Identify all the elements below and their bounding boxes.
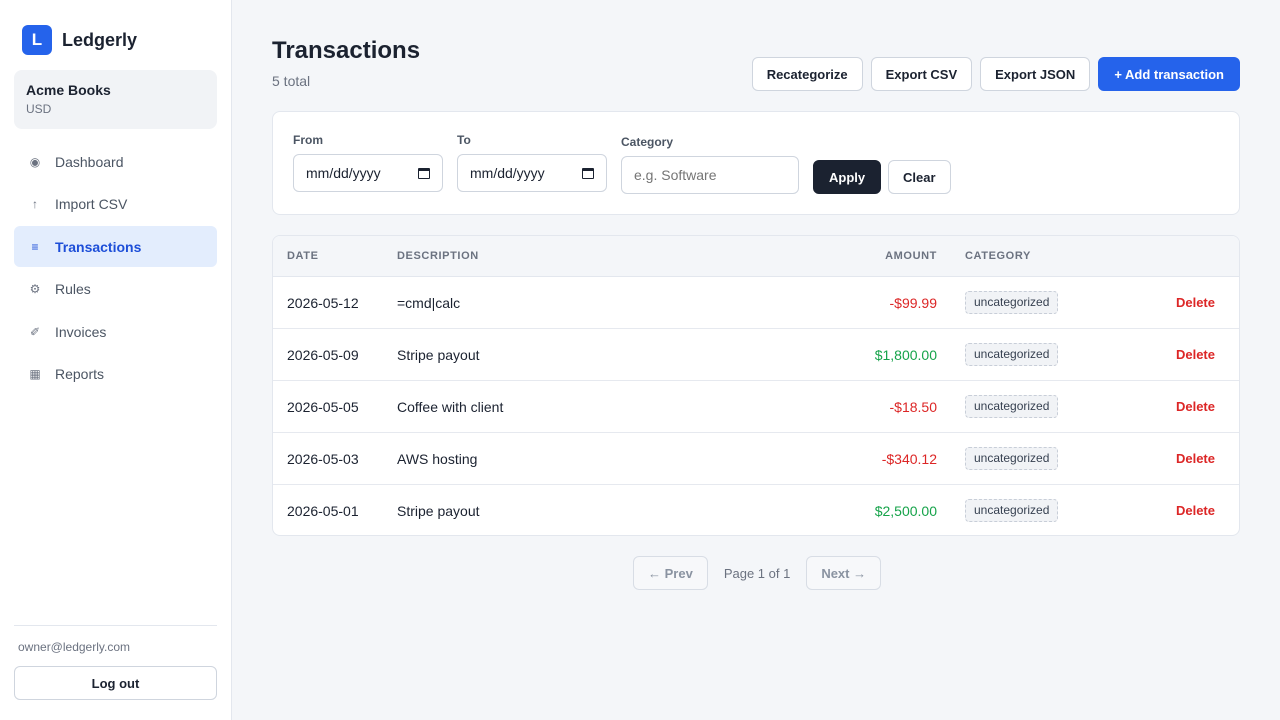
sidebar-nav: ◉ Dashboard ↑ Import CSV ≡ Transactions ⚙ Rules… [14,141,217,396]
table-row: 2026-05-12 =cmd|calc -$99.99 uncategorized D… [273,277,1239,329]
user-email: owner@ledgerly.com [18,640,131,654]
sidebar-item-transactions[interactable]: ≡ Transactions [14,226,217,267]
clear-filter-button[interactable]: Clear [888,160,951,194]
sidebar-item-label: Reports [55,366,105,382]
sidebar-footer: owner@ledgerly.com Log out [14,625,217,700]
export-csv-button[interactable]: Export CSV [870,57,973,91]
transaction-description: Stripe payout [397,347,480,363]
category-input[interactable] [621,156,799,194]
transaction-amount: $1,800.00 [874,347,937,363]
sidebar-item-label: Transactions [55,238,142,255]
delete-button[interactable]: Delete [1176,347,1215,362]
delete-button[interactable]: Delete [1176,451,1215,466]
recategorize-button[interactable]: Recategorize [751,57,863,91]
category-field: Category [621,135,799,194]
category-label: Category [621,135,674,149]
transaction-amount: -$340.12 [881,451,937,467]
column-header-amount[interactable]: AMOUNT [885,250,937,262]
table-header: DATE DESCRIPTION AMOUNT CATEGORY [273,236,1239,277]
sidebar-item-import-csv[interactable]: ↑ Import CSV [14,184,217,225]
transaction-description: Coffee with client [397,399,504,415]
sidebar-item-dashboard[interactable]: ◉ Dashboard [14,141,217,182]
sidebar-item-invoices[interactable]: ✐ Invoices [14,311,217,352]
invoice-icon: ✐ [29,324,41,339]
category-badge[interactable]: uncategorized [965,343,1059,366]
gear-icon: ⚙ [29,282,41,296]
brand[interactable]: L Ledgerly [22,25,137,55]
upload-icon: ↑ [32,197,38,211]
from-field: From mm/dd/yyyy [293,133,443,192]
sidebar-item-label: Rules [55,281,91,297]
sidebar-item-label: Invoices [55,323,107,340]
apply-filter-button[interactable]: Apply [813,160,882,194]
transaction-date: 2026-05-03 [287,451,359,467]
sidebar: L Ledgerly Acme Books USD ◉ Dashboard ↑ Imp… [0,0,232,720]
table-row: 2026-05-01 Stripe payout $2,500.00 uncatego… [273,485,1239,535]
delete-button[interactable]: Delete [1176,295,1215,310]
from-label: From [293,133,323,147]
next-page-button[interactable]: Next → [806,556,882,590]
prev-page-button[interactable]: ← Prev [633,556,708,590]
to-field: To mm/dd/yyyy [457,133,607,192]
transaction-amount: -$18.50 [889,399,937,415]
transaction-description: =cmd|calc [397,295,461,311]
sidebar-item-label: Import CSV [55,196,128,212]
table-row: 2026-05-09 Stripe payout $1,800.00 uncatego… [273,329,1239,381]
transaction-description: Stripe payout [397,503,480,519]
delete-button[interactable]: Delete [1176,399,1215,414]
org-currency: USD [26,102,52,116]
sidebar-item-label: Dashboard [55,153,124,170]
to-date-value: mm/dd/yyyy [470,165,545,181]
transaction-count: 5 total [272,73,311,89]
delete-button[interactable]: Delete [1176,503,1215,518]
transaction-date: 2026-05-09 [287,347,359,363]
filter-panel: From mm/dd/yyyy To mm/dd/yyyy Category A… [272,111,1240,215]
calendar-icon[interactable] [582,167,594,179]
column-header-date[interactable]: DATE [287,250,319,262]
transaction-amount: -$99.99 [889,295,937,311]
column-header-category[interactable]: CATEGORY [965,250,1031,262]
transactions-table: DATE DESCRIPTION AMOUNT CATEGORY 2026-05… [272,235,1240,536]
category-badge[interactable]: uncategorized [965,499,1059,522]
transaction-description: AWS hosting [397,451,478,467]
transaction-date: 2026-05-12 [287,295,359,311]
to-date-input[interactable]: mm/dd/yyyy [457,154,607,192]
page-title: Transactions [272,37,421,64]
sidebar-item-rules[interactable]: ⚙ Rules [14,269,217,310]
transaction-date: 2026-05-05 [287,399,359,415]
transaction-amount: $2,500.00 [874,503,937,519]
to-label: To [457,133,471,147]
sidebar-item-reports[interactable]: ▦ Reports [14,354,217,395]
calendar-icon[interactable] [418,167,430,179]
reports-icon: ▦ [29,367,41,381]
logout-button[interactable]: Log out [14,666,217,700]
category-badge[interactable]: uncategorized [965,395,1059,418]
table-row: 2026-05-03 AWS hosting -$340.12 uncategoriz… [273,433,1239,485]
org-name: Acme Books [26,82,111,98]
org-switcher[interactable]: Acme Books USD [14,70,217,129]
page-indicator: Page 1 of 1 [723,565,791,581]
from-date-value: mm/dd/yyyy [306,165,381,181]
category-badge[interactable]: uncategorized [965,291,1059,314]
table-row: 2026-05-05 Coffee with client -$18.50 uncat… [273,381,1239,433]
list-icon: ≡ [31,239,39,254]
brand-logo: L [22,25,52,55]
column-header-description[interactable]: DESCRIPTION [397,250,479,262]
add-transaction-button[interactable]: + Add transaction [1098,57,1240,91]
pagination: ← Prev Page 1 of 1 Next → [633,556,882,590]
brand-name: Ledgerly [62,29,138,50]
from-date-input[interactable]: mm/dd/yyyy [293,154,443,192]
dashboard-icon: ◉ [29,154,41,169]
export-json-button[interactable]: Export JSON [980,57,1091,91]
category-badge[interactable]: uncategorized [965,447,1059,470]
page-actions: Recategorize Export CSV Export JSON + Ad… [751,57,1240,91]
transaction-date: 2026-05-01 [287,503,359,519]
table-body: 2026-05-12 =cmd|calc -$99.99 uncategorized D… [273,277,1239,535]
